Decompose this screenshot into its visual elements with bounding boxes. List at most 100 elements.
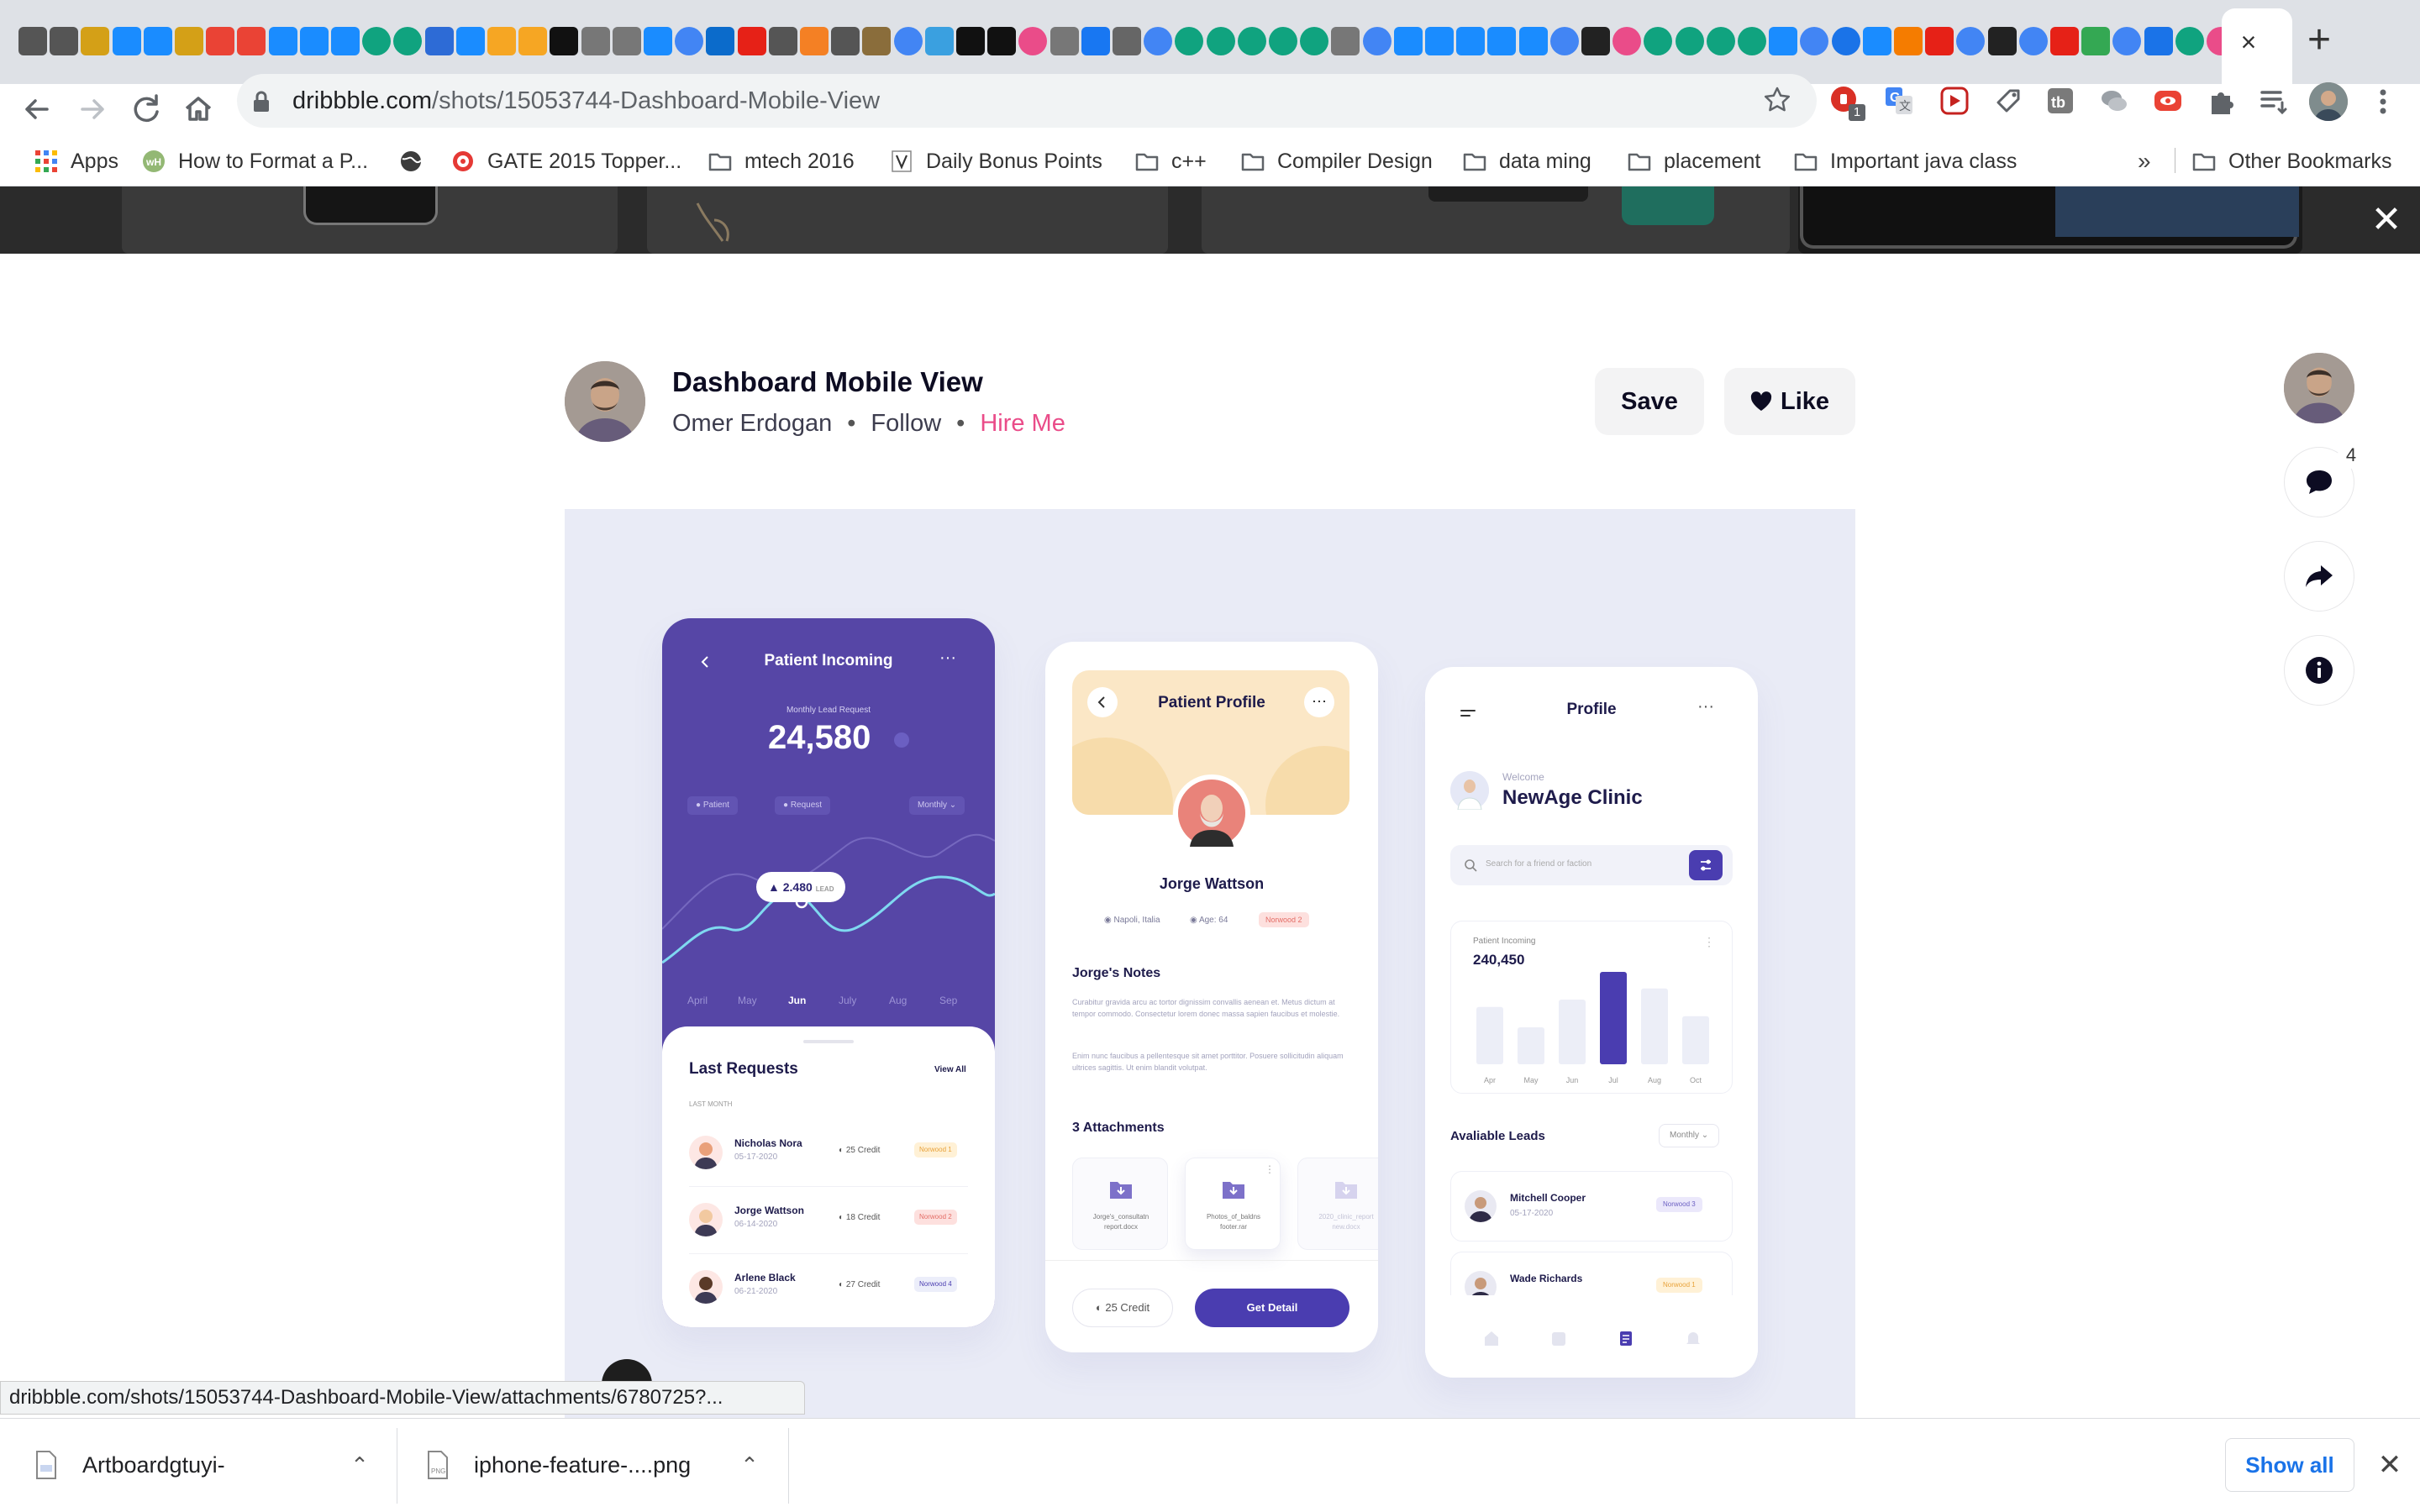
gmail-favicon-icon[interactable] (206, 27, 235, 55)
show-all-downloads-button[interactable]: Show all (2225, 1438, 2354, 1492)
chat-extension-icon[interactable] (2097, 84, 2131, 118)
apple-favicon-icon[interactable] (50, 27, 79, 55)
other-bookmarks[interactable]: Other Bookmarks (2191, 144, 2392, 178)
author-name[interactable]: Omer Erdogan (672, 410, 832, 438)
google-favicon-icon[interactable] (2018, 27, 2048, 55)
cat-favicon-icon[interactable] (862, 27, 892, 55)
app-favicon-icon[interactable] (175, 27, 203, 55)
appstore-favicon-icon[interactable] (1862, 27, 1891, 55)
google-favicon-icon[interactable] (893, 27, 923, 55)
follow-link[interactable]: Follow (871, 410, 941, 438)
appstore-favicon-icon[interactable] (1518, 27, 1548, 55)
bookmark-item[interactable]: Compiler Design (1240, 144, 1433, 178)
google-favicon-icon[interactable] (675, 27, 704, 55)
openai-favicon-icon[interactable] (393, 27, 423, 55)
check-favicon-icon[interactable] (2081, 27, 2111, 55)
youtube-favicon-icon[interactable] (1925, 27, 1954, 55)
openai-favicon-icon[interactable] (362, 27, 392, 55)
bookmark-star-icon[interactable] (1763, 86, 1791, 114)
appstore-favicon-icon[interactable] (1487, 27, 1517, 55)
browser-menu-icon[interactable] (2378, 87, 2388, 116)
clock-favicon-icon[interactable] (1831, 27, 1860, 55)
home-button[interactable] (178, 89, 218, 129)
openai-favicon-icon[interactable] (1644, 27, 1673, 55)
appstore-favicon-icon[interactable] (644, 27, 672, 55)
google-favicon-icon[interactable] (2112, 27, 2142, 55)
m-favicon-icon[interactable] (424, 27, 454, 55)
eye-extension-icon[interactable] (2151, 84, 2185, 118)
appstore-favicon-icon[interactable] (331, 27, 360, 55)
appstore-favicon-icon[interactable] (299, 27, 329, 55)
author-avatar[interactable] (565, 361, 645, 442)
cs-favicon-icon[interactable] (706, 27, 735, 55)
close-shot-icon[interactable]: ✕ (2368, 202, 2405, 239)
firebase-favicon-icon[interactable] (487, 27, 516, 55)
bookmark-item[interactable]: GATE 2015 Topper... (450, 144, 681, 178)
puzzle-extensions-icon[interactable] (2205, 84, 2238, 118)
bookmarks-overflow-button[interactable]: » (2138, 144, 2151, 178)
info-button[interactable] (2284, 635, 2354, 706)
notion-favicon-icon[interactable] (550, 27, 579, 55)
diamond-favicon-icon[interactable] (2144, 27, 2173, 55)
reading-list-icon[interactable] (2257, 84, 2291, 118)
appstore-favicon-icon[interactable] (143, 27, 172, 55)
bookmark-item[interactable]: c++ (1134, 144, 1207, 178)
swift-favicon-icon[interactable] (1581, 27, 1610, 55)
app-favicon-icon[interactable] (81, 27, 110, 55)
openai-favicon-icon[interactable] (1706, 27, 1735, 55)
inspect-favicon-icon[interactable] (1331, 27, 1360, 55)
share-button[interactable] (2284, 541, 2354, 612)
facebook-favicon-icon[interactable] (1081, 27, 1110, 55)
download-options-chevron-icon[interactable]: ⌃ (346, 1448, 373, 1482)
openai-favicon-icon[interactable] (1269, 27, 1297, 55)
openai-favicon-icon[interactable] (1300, 27, 1329, 55)
media-extension-icon[interactable] (1938, 84, 1971, 118)
tag-extension-icon[interactable] (1991, 84, 2025, 118)
apple-favicon-icon[interactable] (18, 27, 47, 55)
openai-favicon-icon[interactable] (2175, 27, 2204, 55)
bookmark-item[interactable]: data ming (1462, 144, 1591, 178)
google-favicon-icon[interactable] (1956, 27, 1986, 55)
appstore-favicon-icon[interactable] (1456, 27, 1486, 55)
openai-favicon-icon[interactable] (1675, 27, 1704, 55)
browser-profile-avatar[interactable] (2309, 82, 2348, 121)
appstore-favicon-icon[interactable] (268, 27, 297, 55)
appstore-favicon-icon[interactable] (1393, 27, 1423, 55)
bookmark-item[interactable] (398, 144, 435, 178)
stack-favicon-icon[interactable] (800, 27, 829, 55)
apple-favicon-icon[interactable] (768, 27, 797, 55)
appstore-favicon-icon[interactable] (112, 27, 141, 55)
openai-favicon-icon[interactable] (1175, 27, 1204, 55)
appstore-favicon-icon[interactable] (1425, 27, 1454, 55)
dribbble-favicon-icon[interactable] (1612, 27, 1642, 55)
forward-button[interactable] (72, 89, 113, 129)
inspect-favicon-icon[interactable] (581, 27, 610, 55)
bookmark-item[interactable]: Apps (34, 144, 118, 178)
hire-me-link[interactable]: Hire Me (980, 410, 1065, 438)
apple-favicon-icon[interactable] (831, 27, 860, 55)
save-button[interactable]: Save (1595, 368, 1704, 435)
arrow-favicon-icon[interactable] (924, 27, 954, 55)
rings-favicon-icon[interactable] (1894, 27, 1923, 55)
back-button[interactable] (17, 89, 57, 129)
reload-button[interactable] (126, 89, 166, 129)
download-item[interactable]: PNG iphone-feature-....png (425, 1418, 691, 1512)
inspect-favicon-icon[interactable] (612, 27, 641, 55)
inspect-favicon-icon[interactable] (1050, 27, 1079, 55)
bookmark-item[interactable]: wH How to Format a P... (141, 144, 368, 178)
shot-image[interactable]: Patient Incoming ··· Monthly Lead Reques… (565, 509, 1855, 1418)
google-favicon-icon[interactable] (1362, 27, 1392, 55)
gmail-favicon-icon[interactable] (237, 27, 266, 55)
openai-favicon-icon[interactable] (1206, 27, 1235, 55)
tab-close-icon[interactable]: × (2232, 25, 2265, 59)
google-favicon-icon[interactable] (1144, 27, 1173, 55)
openai-favicon-icon[interactable] (1738, 27, 1766, 55)
appstore-favicon-icon[interactable] (455, 27, 485, 55)
bookmark-item[interactable]: placement (1627, 144, 1760, 178)
photo-favicon-icon[interactable] (1113, 27, 1141, 55)
google-favicon-icon[interactable] (1549, 27, 1579, 55)
close-shelf-icon[interactable]: ✕ (2375, 1446, 2405, 1483)
bookmark-item[interactable]: Important java class (1793, 144, 2017, 178)
new-tab-button[interactable]: + (2296, 18, 2343, 66)
tb-extension-icon[interactable]: tb (2044, 84, 2077, 118)
